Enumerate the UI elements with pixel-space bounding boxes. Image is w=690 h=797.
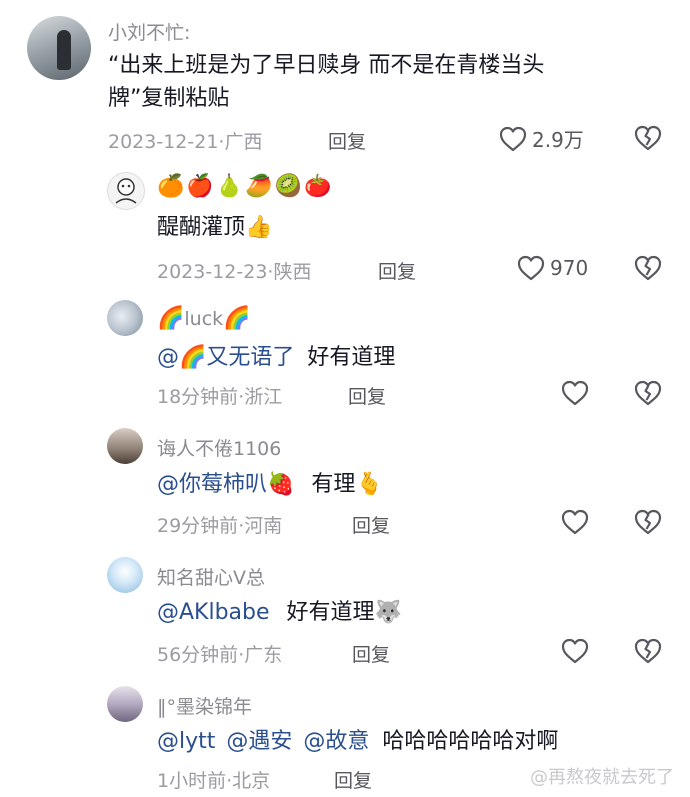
broken-heart-icon[interactable] — [633, 508, 663, 536]
mention-text: @你莓柿叭 — [157, 472, 268, 497]
thumbs-up-emoji: 👍 — [245, 215, 273, 240]
comment-text-body: 哈哈哈哈哈哈对啊 — [382, 729, 559, 754]
wolf-emoji: 🐺 — [374, 600, 402, 625]
comment-meta: 1小时前·北京 — [157, 766, 270, 793]
comment-location: 河南 — [244, 515, 283, 537]
comment-text: @AKlbabe 好有道理🐺 — [157, 598, 402, 628]
mention-link[interactable]: @你莓柿叭🍓 — [157, 472, 294, 497]
reply-button[interactable]: 回复 — [328, 127, 366, 154]
avatar[interactable] — [107, 557, 143, 593]
comment-text: “出来上班是为了早日赎身 而不是在青楼当头 — [108, 53, 545, 78]
mention-link[interactable]: @lytt — [157, 729, 215, 754]
comment-date: 2023-12-23 — [157, 261, 268, 283]
comment-date: 18分钟前 — [157, 386, 239, 408]
heart-icon — [560, 379, 590, 407]
comment-text: 醍醐灌顶👍 — [157, 213, 272, 243]
comment-location: 浙江 — [244, 386, 283, 408]
comment-location: 广西 — [224, 131, 263, 153]
avatar[interactable] — [107, 428, 143, 464]
comment-text: @🌈又无语了 好有道理 — [157, 343, 395, 373]
username-text: luck — [184, 308, 224, 330]
comment-meta: 18分钟前·浙江 — [157, 382, 282, 409]
comment-meta: 29分钟前·河南 — [157, 511, 282, 538]
username[interactable]: 知名甜心V总 — [157, 563, 265, 590]
broken-heart-icon[interactable] — [633, 379, 663, 407]
like-button[interactable] — [560, 508, 590, 536]
avatar[interactable] — [107, 172, 145, 210]
comment-location: 北京 — [232, 770, 271, 792]
username[interactable]: 🍊🍎🍐🥭🥝🍅 — [157, 174, 333, 199]
mention-link[interactable]: @AKlbabe — [157, 600, 270, 625]
mention-link[interactable]: @🌈又无语了 — [157, 345, 294, 370]
reply-button[interactable]: 回复 — [352, 640, 390, 667]
comment-text: @你莓柿叭🍓 有理🫰 — [157, 470, 383, 500]
mention-link[interactable]: @遇安 — [226, 729, 292, 754]
comment-location: 广东 — [244, 644, 283, 666]
comment-text-line2: 牌”复制粘贴 — [108, 86, 230, 111]
heart-icon — [498, 125, 528, 153]
heart-icon — [560, 637, 590, 665]
like-button[interactable] — [560, 379, 590, 407]
broken-heart-icon[interactable] — [633, 254, 663, 282]
avatar[interactable] — [107, 686, 143, 722]
watermark: @再熬夜就去死了 — [530, 767, 674, 788]
avatar[interactable] — [107, 300, 143, 336]
heart-icon — [516, 254, 546, 282]
finger-heart-emoji: 🫰 — [355, 472, 383, 497]
comment-meta: 2023-12-23·陕西 — [157, 257, 311, 284]
comment-meta: 56分钟前·广东 — [157, 640, 282, 667]
username[interactable]: 诲人不倦1106 — [157, 434, 281, 461]
comment-meta: 2023-12-21·广西 — [108, 127, 262, 154]
avatar[interactable] — [27, 16, 91, 80]
heart-icon — [560, 508, 590, 536]
comment-text-body: 有理 — [311, 472, 356, 497]
comment-date: 2023-12-21 — [108, 131, 219, 153]
username[interactable]: 小刘不忙: — [108, 18, 190, 45]
like-button[interactable] — [560, 637, 590, 665]
username[interactable]: 🌈luck🌈 — [157, 306, 251, 331]
username[interactable]: ‖°墨染锦年 — [157, 692, 252, 719]
broken-heart-icon[interactable] — [633, 637, 663, 665]
reply-button[interactable]: 回复 — [348, 382, 386, 409]
strawberry-emoji: 🍓 — [267, 472, 295, 497]
rainbow-emoji: 🌈 — [157, 306, 185, 331]
comment-text-body: 好有道理 — [307, 345, 396, 370]
reply-button[interactable]: 回复 — [334, 766, 372, 793]
like-button[interactable]: 970 — [516, 254, 588, 282]
reply-button[interactable]: 回复 — [352, 511, 390, 538]
comment-date: 56分钟前 — [157, 644, 239, 666]
like-count: 970 — [550, 256, 589, 280]
mention-link[interactable]: @故意 — [303, 729, 369, 754]
comment-location: 陕西 — [273, 261, 312, 283]
reply-button[interactable]: 回复 — [378, 257, 416, 284]
comment-date: 1小时前 — [157, 770, 227, 792]
rainbow-emoji: 🌈 — [223, 306, 251, 331]
like-button[interactable]: 2.9万 — [498, 124, 584, 153]
broken-heart-icon[interactable] — [633, 124, 663, 152]
comment-date: 29分钟前 — [157, 515, 239, 537]
like-count: 2.9万 — [532, 128, 584, 152]
comment-text-body: 醍醐灌顶 — [157, 215, 246, 240]
comment-text-body: 好有道理 — [286, 600, 375, 625]
comment-text: @lytt @遇安 @故意 哈哈哈哈哈哈对啊 — [157, 727, 558, 757]
